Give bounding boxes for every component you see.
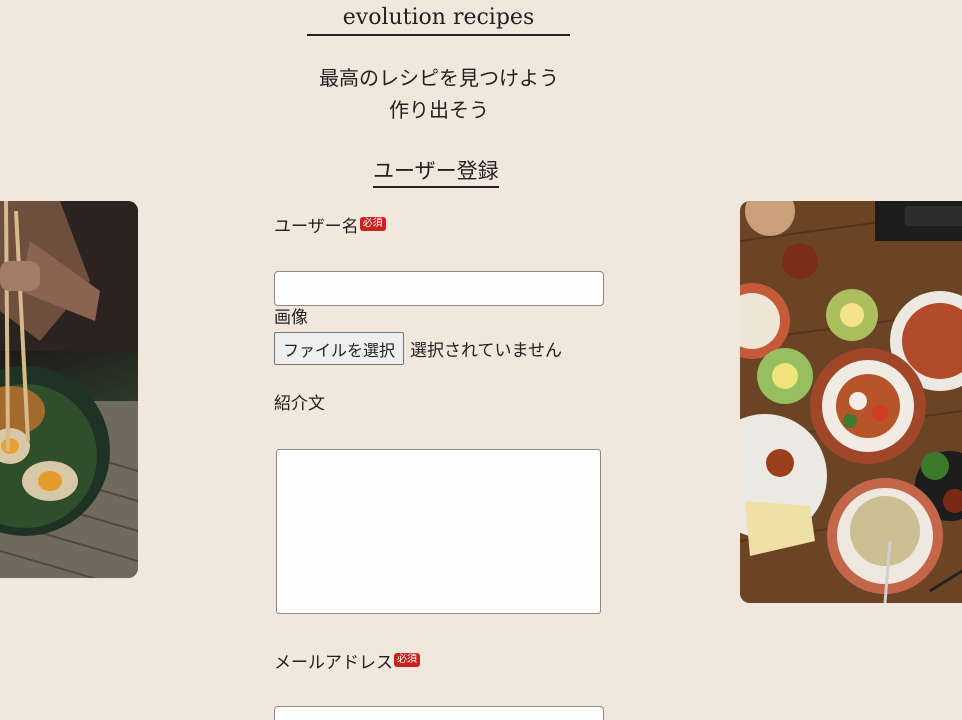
bio-label: 紹介文: [274, 394, 325, 414]
choose-file-button[interactable]: ファイルを選択: [274, 332, 405, 365]
email-label-text: メールアドレス: [274, 653, 393, 673]
dishes-photo: [740, 201, 962, 603]
section-title: ユーザー登録: [373, 157, 499, 188]
signup-page: evolution recipes 最高のレシピを見つけよう 作り出そう ユーザ…: [0, 0, 962, 720]
ramen-photo: [0, 201, 138, 578]
username-input[interactable]: [274, 271, 604, 306]
image-label: 画像: [274, 308, 308, 328]
username-label-text: ユーザー名: [274, 217, 359, 237]
required-badge: 必須: [359, 217, 386, 231]
tagline: 最高のレシピを見つけよう 作り出そう: [0, 62, 878, 126]
file-status: 選択されていません: [410, 341, 562, 361]
username-label: ユーザー名 必須: [274, 216, 386, 238]
tagline-line-2: 作り出そう: [389, 98, 489, 122]
image-file-picker: ファイルを選択 選択されていません: [274, 332, 562, 365]
ramen-illustration: [0, 201, 138, 578]
tagline-line-1: 最高のレシピを見つけよう: [319, 66, 559, 90]
dishes-illustration: [740, 201, 962, 603]
email-label: メールアドレス 必須: [274, 652, 420, 674]
email-input[interactable]: [274, 706, 604, 720]
required-badge: 必須: [394, 653, 420, 667]
site-title[interactable]: evolution recipes: [307, 4, 570, 36]
bio-textarea[interactable]: [276, 449, 601, 614]
